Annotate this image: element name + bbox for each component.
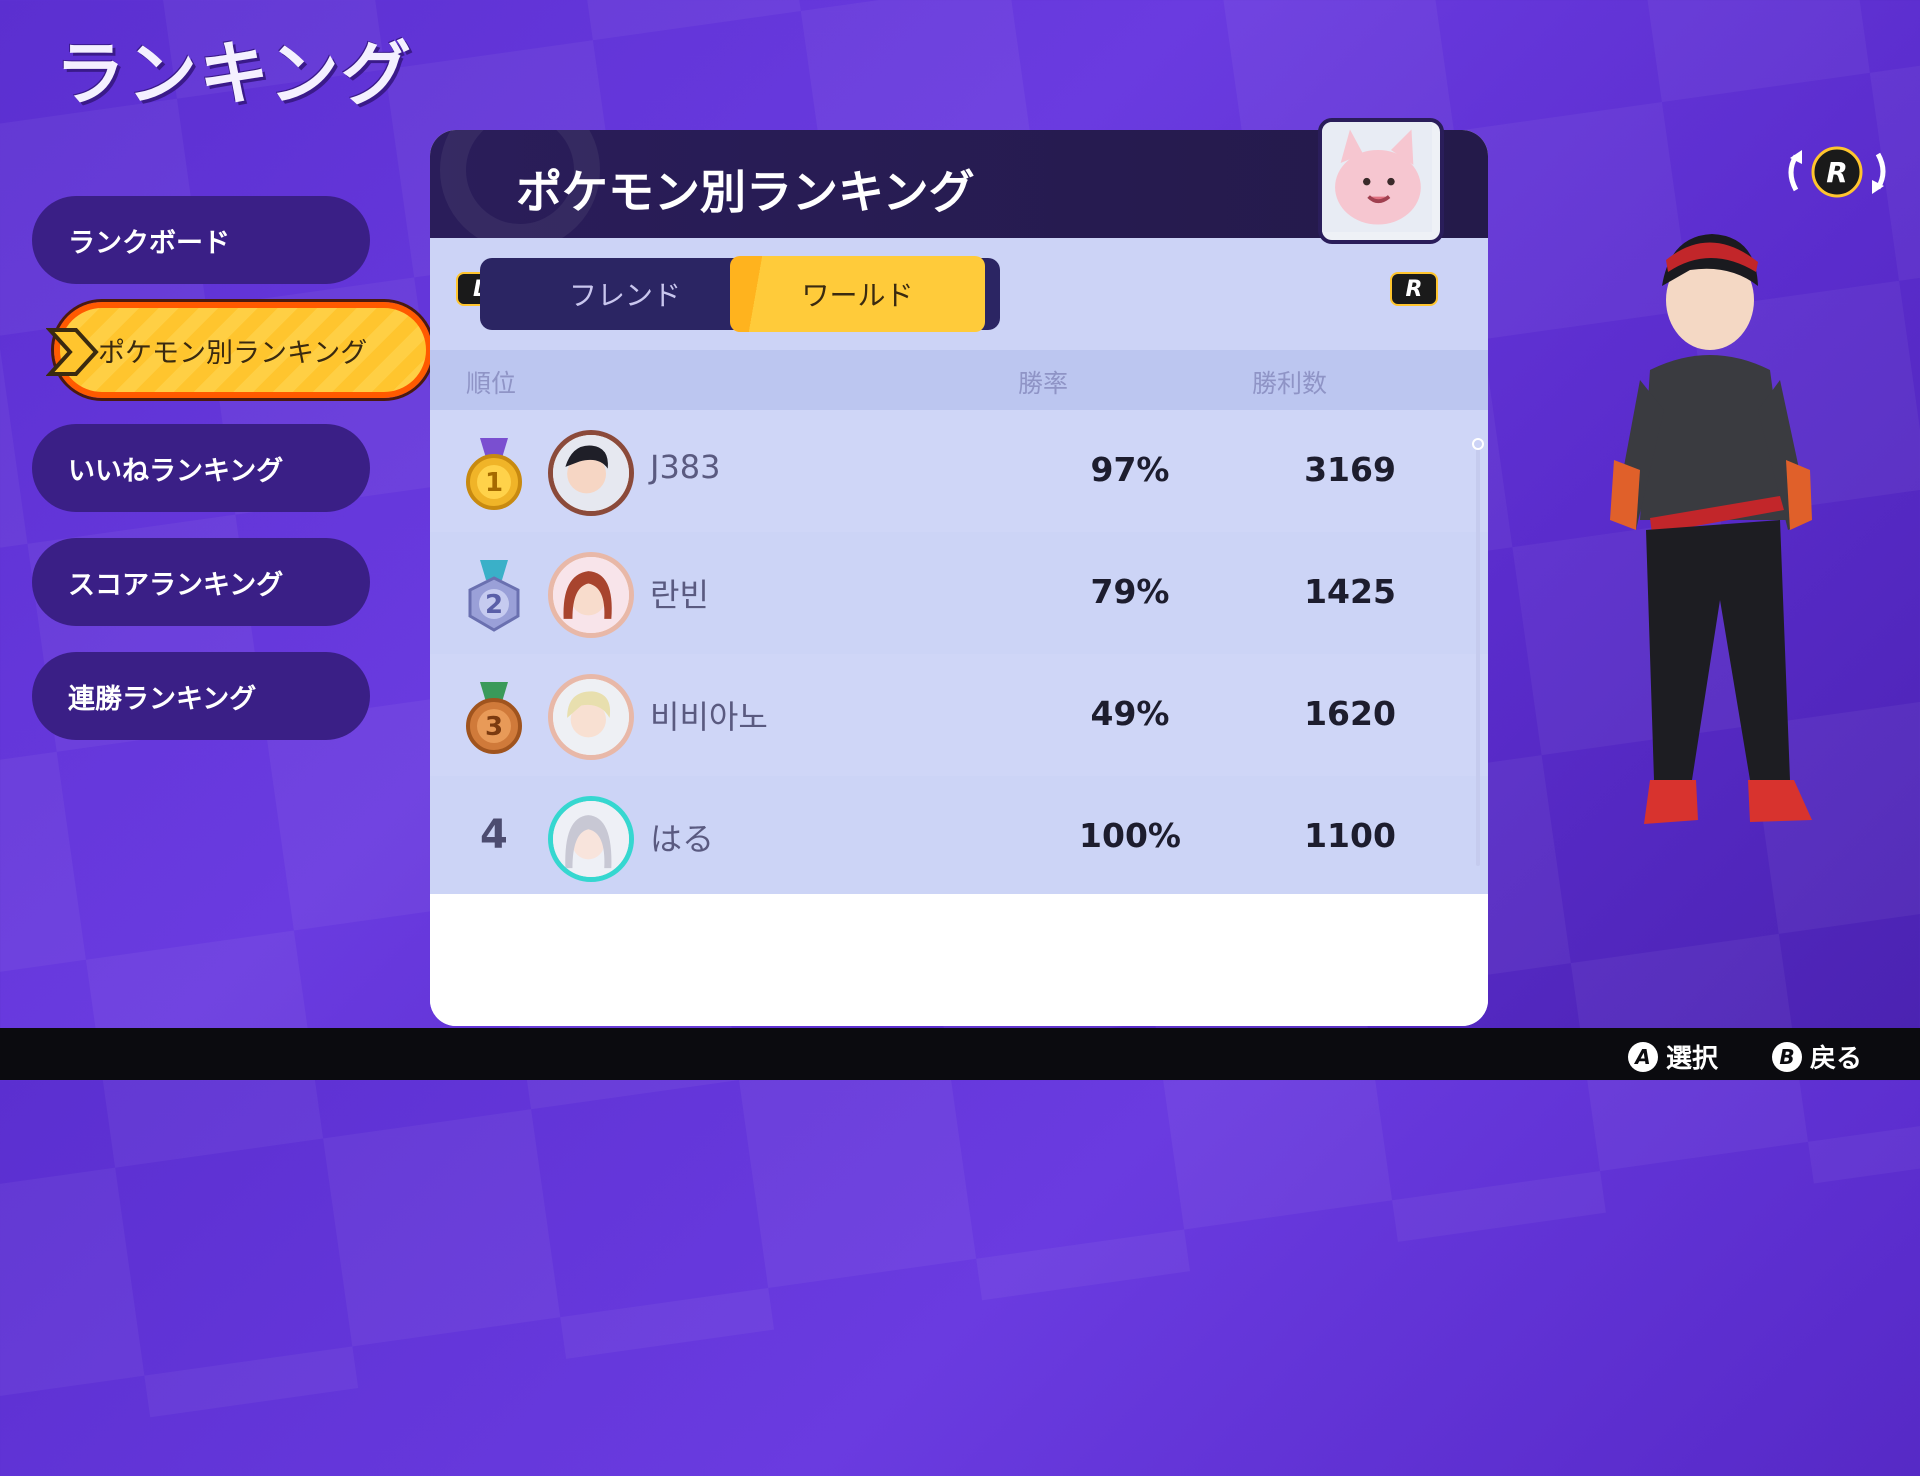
player-name: 비비아노 [650, 698, 768, 736]
player-name: 란빈 [650, 576, 709, 614]
scope-tabs: フレンド ワールド [480, 256, 1000, 332]
select-hint-label: 選択 [1666, 1044, 1719, 1074]
avatar-portrait-icon [553, 801, 629, 877]
win-count: 1100 [1304, 816, 1396, 855]
column-rank: 順位 [466, 369, 517, 398]
table-row[interactable]: 4 はる 100% 1100 [430, 776, 1488, 899]
b-button-icon: B [1772, 1041, 1802, 1072]
a-button-icon: A [1628, 1041, 1658, 1072]
menu-item-label: いいねランキング [68, 455, 284, 487]
menu-item-like-ranking[interactable]: いいねランキング [32, 424, 370, 512]
column-wins: 勝利数 [1252, 369, 1328, 398]
menu-item-pokemon-ranking[interactable]: ポケモン別ランキング [46, 302, 432, 398]
win-rate: 49% [1090, 694, 1170, 733]
table-row[interactable]: 3 비비아노 49% 1620 [430, 654, 1488, 777]
medal-rank-number: 3 [485, 712, 503, 742]
page-title: ランキング [55, 33, 413, 115]
select-hint[interactable]: A 選択 [1628, 1038, 1718, 1075]
bottom-hint-bar: A 選択 B 戻る [0, 1028, 1920, 1080]
avatar-portrait-icon [553, 557, 629, 633]
table-row[interactable]: 2 란빈 79% 1425 [430, 532, 1488, 655]
win-rate: 100% [1079, 816, 1181, 855]
scroll-thumb[interactable] [1472, 438, 1484, 450]
win-count: 1620 [1304, 694, 1396, 733]
menu-item-label: 連勝ランキング [68, 683, 257, 715]
menu-item-label: ポケモン別ランキング [98, 337, 368, 369]
bronze-medal-icon: 3 [466, 682, 522, 754]
medal-rank-number: 1 [485, 468, 503, 498]
ranking-panel: ポケモン別ランキング L フレンド ワールド R 順位 勝率 勝利数 1 [430, 130, 1488, 1026]
win-count: 1425 [1304, 572, 1396, 611]
pokemon-thumbnail[interactable] [1318, 118, 1444, 244]
selection-arrow-icon [46, 328, 99, 376]
rotate-button-label: R [1826, 156, 1848, 189]
player-name: J383 [650, 448, 721, 486]
medal-rank-number: 2 [485, 590, 503, 620]
trainer-avatar-figure [1610, 234, 1812, 824]
menu-item-label: ランクボード [68, 227, 230, 259]
silver-medal-icon: 2 [468, 560, 520, 632]
tab-world[interactable]: ワールド [730, 256, 985, 332]
rotate-character-icon[interactable]: R [1782, 146, 1892, 198]
player-name: はる [650, 820, 715, 858]
gold-medal-icon: 1 [466, 438, 522, 510]
win-count: 3169 [1304, 450, 1396, 489]
win-rate: 79% [1090, 572, 1170, 611]
avatar [548, 796, 634, 882]
column-win-rate: 勝率 [1018, 369, 1069, 398]
clefable-icon [1322, 122, 1432, 232]
avatar-portrait-icon [553, 435, 629, 511]
avatar-portrait-icon [553, 679, 629, 755]
back-hint-label: 戻る [1810, 1044, 1863, 1074]
table-header: 順位 勝率 勝利数 [430, 350, 1488, 410]
avatar [548, 674, 634, 760]
menu-item-rank-board[interactable]: ランクボード [32, 196, 370, 284]
menu-item-streak-ranking[interactable]: 連勝ランキング [32, 652, 370, 740]
list-empty-area [430, 894, 1488, 1026]
r-button-icon[interactable]: R [1390, 272, 1438, 306]
avatar [548, 430, 634, 516]
table-row[interactable]: 1 J383 97% 3169 [430, 410, 1488, 533]
back-hint[interactable]: B 戻る [1772, 1038, 1862, 1075]
rank-number: 4 [480, 812, 508, 858]
menu-item-label: スコアランキング [68, 569, 284, 601]
scrollbar[interactable] [1472, 438, 1484, 866]
tab-friend[interactable]: フレンド [500, 258, 750, 330]
avatar [548, 552, 634, 638]
win-rate: 97% [1090, 450, 1170, 489]
menu-item-score-ranking[interactable]: スコアランキング [32, 538, 370, 626]
panel-title: ポケモン別ランキング [516, 165, 975, 219]
